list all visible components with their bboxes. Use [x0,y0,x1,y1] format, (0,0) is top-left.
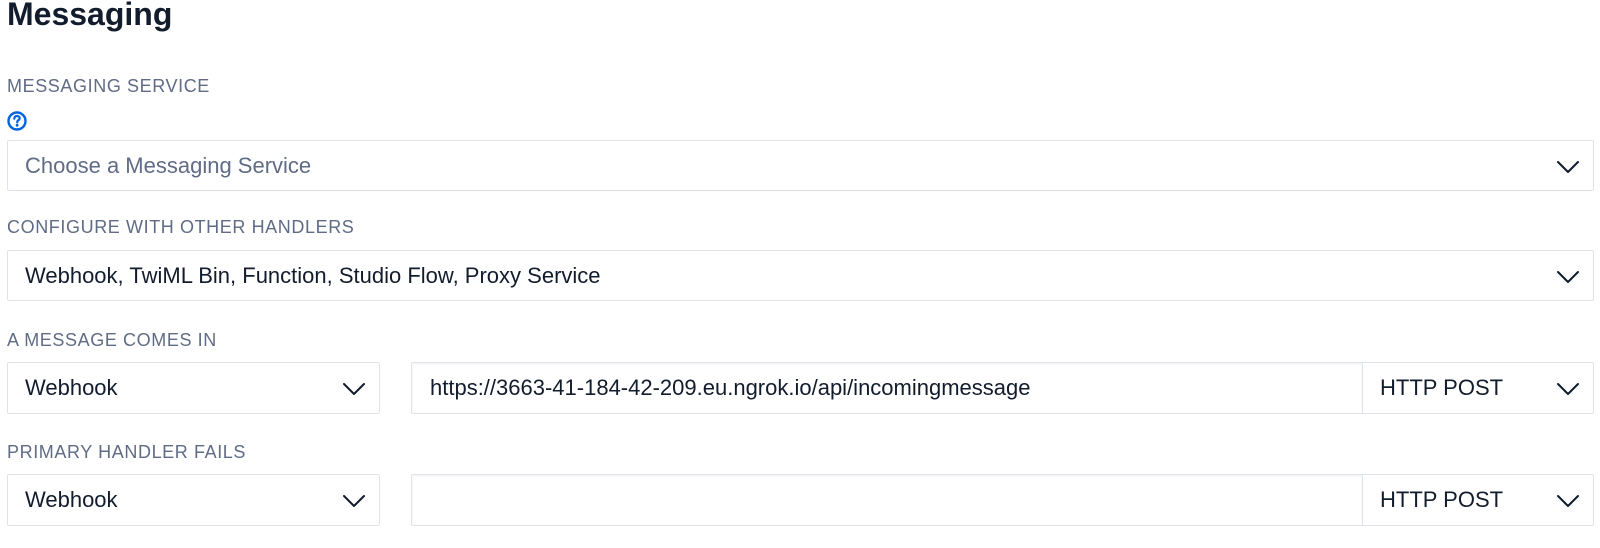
message-webhook-url-input[interactable] [411,362,1362,414]
fallback-handler-type-value: Webhook [25,487,118,512]
chevron-down-icon [343,495,365,507]
message-handler-type-value: Webhook [25,375,118,400]
chevron-down-icon [343,383,365,395]
chevron-down-icon [1557,270,1579,283]
fallback-http-method-select[interactable]: HTTP POST [1362,474,1594,526]
chevron-down-icon [1557,383,1579,395]
page-title: Messaging [7,0,173,32]
message-comes-in-label: A MESSAGE COMES IN [7,330,217,350]
message-handler-type-select[interactable]: Webhook [7,362,380,414]
message-http-method-select[interactable]: HTTP POST [1362,362,1594,414]
fallback-handler-type-select[interactable]: Webhook [7,474,380,526]
other-handlers-value: Webhook, TwiML Bin, Function, Studio Flo… [25,262,601,288]
messaging-service-label: MESSAGING SERVICE [7,76,210,96]
messaging-config-panel: Messaging MESSAGING SERVICE Choose a Mes… [0,0,1600,548]
messaging-service-placeholder: Choose a Messaging Service [25,152,312,178]
other-handlers-label: CONFIGURE WITH OTHER HANDLERS [7,217,355,237]
message-http-method-value: HTTP POST [1380,375,1504,400]
fallback-webhook-url-input[interactable] [411,474,1362,526]
fallback-http-method-value: HTTP POST [1380,487,1504,512]
other-handlers-select[interactable]: Webhook, TwiML Bin, Function, Studio Flo… [7,250,1594,301]
chevron-down-icon [1557,495,1579,507]
chevron-down-icon [1557,160,1579,173]
primary-handler-fails-label: PRIMARY HANDLER FAILS [7,442,247,462]
question-circle-icon[interactable] [7,111,27,131]
messaging-service-select[interactable]: Choose a Messaging Service [7,140,1594,191]
